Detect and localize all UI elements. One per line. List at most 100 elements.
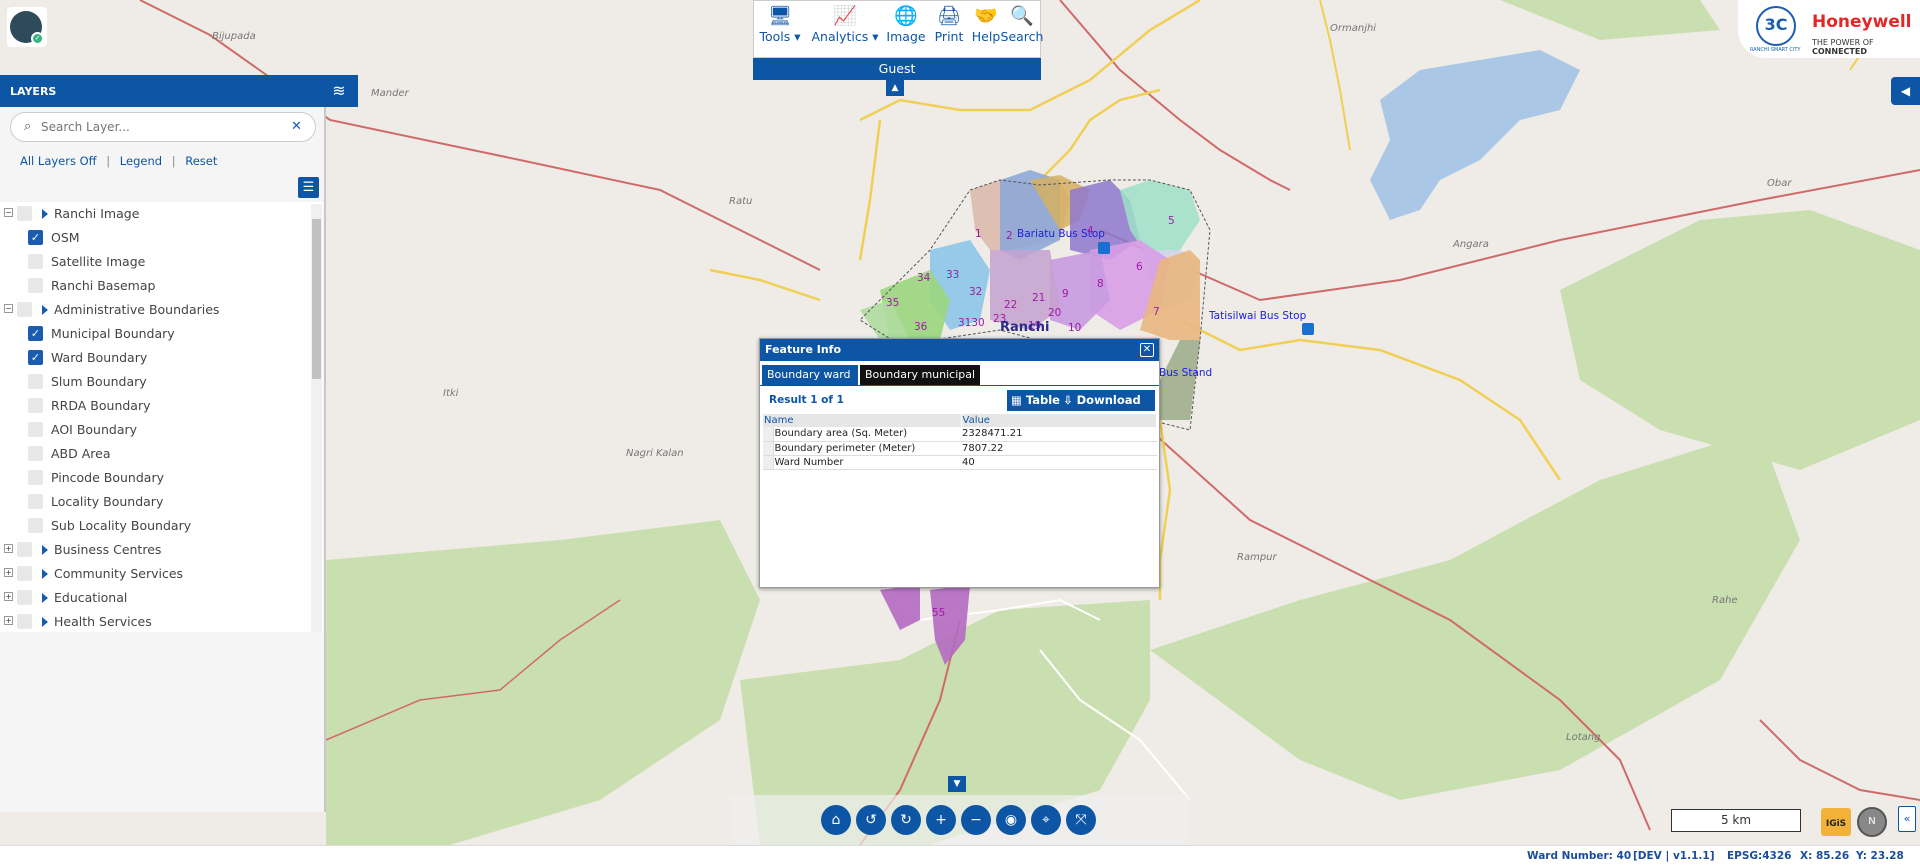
layer-search-input[interactable] — [41, 118, 281, 136]
close-icon[interactable]: ✕ — [1140, 343, 1154, 357]
collapse-icon[interactable]: − — [4, 304, 13, 313]
layer-checkbox[interactable] — [28, 398, 43, 413]
layer-label: Community Services — [54, 566, 184, 581]
smart-city-label: RANCHI SMART CITY — [1750, 47, 1801, 53]
expand-icon[interactable]: + — [4, 544, 13, 553]
search-icon: ⌕ — [24, 119, 32, 134]
layer-checkbox[interactable] — [28, 422, 43, 437]
layer-checkbox[interactable] — [17, 590, 32, 605]
double-chevron-left-icon[interactable]: « — [1898, 806, 1916, 832]
tab-boundary-ward[interactable]: Boundary ward — [762, 365, 858, 385]
ward-number: 33 — [946, 269, 960, 281]
city-label: Ranchi — [1000, 320, 1050, 335]
collapse-icon[interactable]: − — [4, 208, 13, 217]
scale-bar: 5 km — [1671, 809, 1801, 832]
layers-header: LAYERS ≋ — [0, 75, 358, 107]
caret-right-icon — [42, 569, 48, 579]
expand-icon[interactable]: + — [4, 592, 13, 601]
layer-label: Ward Boundary — [51, 350, 148, 365]
column-header-name: Name — [763, 414, 962, 427]
place-label: Bijupada — [212, 31, 256, 42]
layer-checkbox[interactable] — [28, 278, 43, 293]
ward-number: 32 — [969, 286, 983, 298]
tagline-prefix: THE POWER OF — [1812, 38, 1874, 47]
layer-checkbox[interactable] — [17, 566, 32, 581]
caret-right-icon — [42, 617, 48, 627]
status-ward-number: Ward Number: 40 — [1527, 850, 1632, 862]
layer-label: Business Centres — [54, 542, 162, 557]
clear-search-icon[interactable]: ✕ — [291, 119, 302, 134]
zoom-in-icon[interactable]: + — [926, 805, 956, 835]
download-button[interactable]: ⇩ Download — [1063, 390, 1141, 411]
collapse-navbar-icon[interactable]: ▼ — [948, 776, 966, 792]
locate-icon[interactable]: ⌖ — [1031, 805, 1061, 835]
attribute-name: Boundary perimeter (Meter) — [773, 441, 961, 456]
table-row[interactable]: Boundary area (Sq. Meter) 2328471.21 — [763, 427, 1157, 442]
tab-boundary-municipal[interactable]: Boundary municipal — [860, 365, 980, 385]
reset-link[interactable]: Reset — [185, 154, 217, 168]
expand-icon[interactable]: + — [4, 568, 13, 577]
redo-icon[interactable]: ↻ — [891, 805, 921, 835]
place-label: Nagri Kalan — [626, 448, 684, 459]
image-button[interactable]: 🌐 Image — [884, 5, 928, 44]
feature-info-header[interactable]: Feature Info — [760, 339, 1159, 361]
layer-checkbox[interactable] — [17, 542, 32, 557]
layers-stack-icon[interactable]: ≋ — [329, 81, 349, 101]
layer-checkbox[interactable] — [28, 494, 43, 509]
layer-checkbox[interactable] — [28, 254, 43, 269]
ward-number: 3130 — [958, 317, 985, 329]
compass-icon[interactable]: N — [1857, 807, 1887, 837]
place-label: Rampur — [1237, 552, 1277, 563]
search-icon: 🔍 — [1010, 5, 1034, 27]
scrollbar-thumb[interactable] — [312, 219, 321, 379]
layer-checkbox[interactable]: ✓ — [28, 326, 43, 341]
globe-icon: 🌐 — [894, 5, 918, 27]
igis-logo[interactable]: IGiS — [1821, 808, 1851, 836]
full-extent-icon[interactable]: ⤧ — [1066, 805, 1096, 835]
help-label: Help — [971, 29, 1001, 44]
tools-menu-button[interactable]: 🖥 Tools ▾ — [756, 5, 804, 44]
bus-stop-label[interactable]: Tatisilwai Bus Stop — [1209, 310, 1306, 322]
expand-icon[interactable]: + — [4, 616, 13, 625]
bus-stop-icon[interactable] — [1302, 323, 1314, 335]
layer-checkbox[interactable] — [17, 614, 32, 629]
layer-checkbox[interactable] — [28, 446, 43, 461]
bus-stop-icon[interactable] — [1098, 242, 1110, 254]
table-row[interactable]: Ward Number 40 — [763, 455, 1157, 470]
all-layers-off-link[interactable]: All Layers Off — [20, 154, 97, 168]
collapse-toolbar-icon[interactable]: ▲ — [886, 80, 904, 96]
layer-tree-options-icon[interactable]: ☰ — [298, 177, 319, 198]
feature-info-title: Feature Info — [765, 343, 842, 356]
layer-checkbox[interactable]: ✓ — [28, 230, 43, 245]
bus-stop-label[interactable]: Bus Stand — [1159, 367, 1212, 379]
analytics-menu-button[interactable]: 📈 Analytics ▾ — [809, 5, 881, 44]
layer-actions: All Layers Off | Legend | Reset — [20, 154, 223, 168]
user-avatar[interactable]: ✓ — [7, 7, 47, 47]
place-label: Ormanjhi — [1330, 23, 1377, 34]
legend-link[interactable]: Legend — [120, 154, 162, 168]
user-role-bar: Guest — [753, 58, 1041, 80]
ward-number: 2 — [1006, 230, 1013, 242]
search-button[interactable]: 🔍 Search — [1000, 5, 1044, 44]
layer-tree-scrollbar[interactable] — [311, 204, 322, 632]
layer-label: Ranchi Basemap — [51, 278, 156, 293]
layer-checkbox[interactable] — [17, 206, 32, 221]
layer-checkbox[interactable] — [28, 374, 43, 389]
layer-checkbox[interactable] — [17, 302, 32, 317]
table-row[interactable]: Boundary perimeter (Meter) 7807.22 — [763, 441, 1157, 456]
layer-checkbox[interactable] — [28, 470, 43, 485]
hide-layers-icon[interactable]: ◉ — [996, 805, 1026, 835]
right-panel-toggle-icon[interactable]: ◀ — [1891, 77, 1920, 105]
table-button[interactable]: ▦ Table — [1011, 390, 1060, 411]
layer-checkbox[interactable] — [28, 518, 43, 533]
undo-icon[interactable]: ↺ — [856, 805, 886, 835]
print-button[interactable]: 🖨 Print — [929, 5, 969, 44]
ward-number: 21 — [1032, 292, 1046, 304]
home-icon[interactable]: ⌂ — [821, 805, 851, 835]
column-header-value: Value — [961, 414, 1157, 427]
layer-checkbox[interactable]: ✓ — [28, 350, 43, 365]
row-handle — [763, 427, 774, 442]
caret-right-icon — [42, 209, 48, 219]
caret-right-icon — [42, 305, 48, 315]
zoom-out-icon[interactable]: − — [961, 805, 991, 835]
